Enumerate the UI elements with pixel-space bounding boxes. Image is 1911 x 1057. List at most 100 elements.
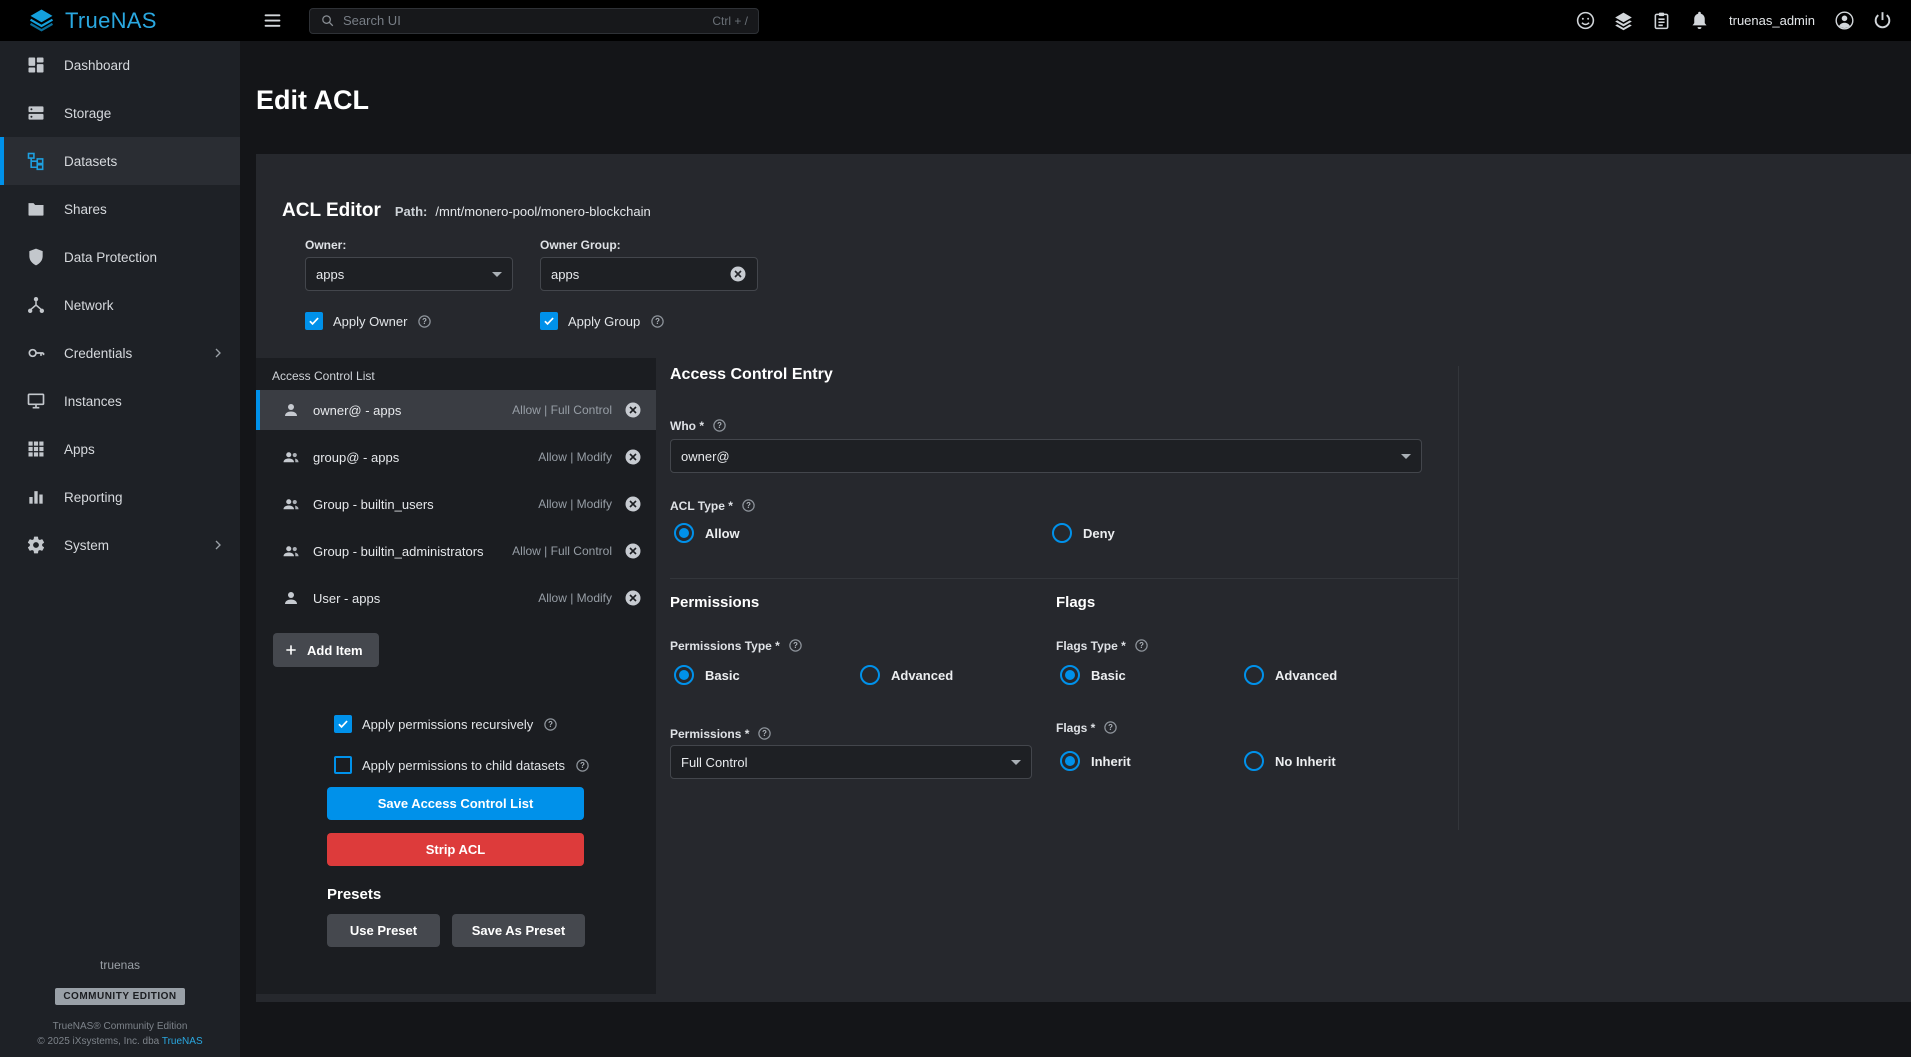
notifications-button[interactable] <box>1689 10 1710 31</box>
strip-acl-button[interactable]: Strip ACL <box>327 833 584 866</box>
folder-icon <box>26 199 46 219</box>
svg-text:?: ? <box>762 729 767 738</box>
delete-entry-icon[interactable] <box>624 495 642 513</box>
user-menu-button[interactable] <box>1834 10 1855 31</box>
radio-basic-label: Basic <box>1091 668 1126 683</box>
child-datasets-checkbox[interactable]: Apply permissions to child datasets ? <box>334 756 590 774</box>
clear-icon[interactable] <box>729 265 747 283</box>
owner-group-input[interactable]: apps <box>540 257 758 291</box>
path-label: Path: <box>395 204 428 219</box>
form-divider <box>1458 366 1459 830</box>
top-header: TrueNAS Ctrl + / truenas_admin <box>0 0 1911 41</box>
sidebar-item-reporting[interactable]: Reporting <box>0 473 240 521</box>
svg-text:?: ? <box>793 641 798 650</box>
group-icon <box>282 495 300 513</box>
help-icon[interactable]: ? <box>1134 638 1149 653</box>
sidebar-item-instances[interactable]: Instances <box>0 377 240 425</box>
apply-owner-checkbox[interactable]: Apply Owner ? <box>305 312 432 330</box>
help-icon[interactable]: ? <box>1103 720 1118 735</box>
radio-unselected-icon <box>1244 665 1264 685</box>
help-icon[interactable]: ? <box>712 418 727 433</box>
checklist-button[interactable] <box>1651 10 1672 31</box>
delete-entry-icon[interactable] <box>624 401 642 419</box>
jobs-button[interactable] <box>1613 10 1634 31</box>
save-acl-button[interactable]: Save Access Control List <box>327 787 584 820</box>
who-select[interactable]: owner@ <box>670 439 1422 473</box>
use-preset-button[interactable]: Use Preset <box>327 914 440 947</box>
menu-toggle-button[interactable] <box>262 10 283 31</box>
sidebar-item-shares[interactable]: Shares <box>0 185 240 233</box>
add-item-button[interactable]: Add Item <box>273 633 379 667</box>
apply-owner-label: Apply Owner <box>333 314 407 329</box>
acl-entry-row[interactable]: group@ - apps Allow | Modify <box>256 437 656 477</box>
recursive-checkbox[interactable]: Apply permissions recursively ? <box>334 715 558 733</box>
sidebar-item-data-protection[interactable]: Data Protection <box>0 233 240 281</box>
copyright-link[interactable]: TrueNAS <box>162 1036 203 1047</box>
clipboard-icon <box>1651 10 1672 31</box>
acl-type-field-label: ACL Type * ? <box>670 498 756 513</box>
help-icon[interactable]: ? <box>543 717 558 732</box>
sidebar-item-credentials[interactable]: Credentials <box>0 329 240 377</box>
user-icon <box>282 401 300 419</box>
help-icon[interactable]: ? <box>417 314 432 329</box>
apply-group-label: Apply Group <box>568 314 640 329</box>
search-input[interactable] <box>343 13 704 28</box>
sidebar-item-network[interactable]: Network <box>0 281 240 329</box>
acl-entry-row[interactable]: Group - builtin_administrators Allow | F… <box>256 531 656 571</box>
acl-entry-row[interactable]: User - apps Allow | Modify <box>256 578 656 618</box>
delete-entry-icon[interactable] <box>624 589 642 607</box>
owner-select[interactable]: apps <box>305 257 513 291</box>
radio-flags-no-inherit[interactable]: No Inherit <box>1244 751 1336 771</box>
acl-editor-card: ACL Editor Path: /mnt/monero-pool/monero… <box>256 154 1911 1002</box>
permissions-select[interactable]: Full Control <box>670 745 1032 779</box>
dashboard-icon <box>26 55 46 75</box>
radio-flags-basic[interactable]: Basic <box>1060 665 1126 685</box>
radio-deny[interactable]: Deny <box>1052 523 1115 543</box>
svg-text:?: ? <box>655 317 660 326</box>
sidebar-item-dashboard[interactable]: Dashboard <box>0 41 240 89</box>
delete-entry-icon[interactable] <box>624 448 642 466</box>
sidebar-item-apps[interactable]: Apps <box>0 425 240 473</box>
feedback-button[interactable] <box>1575 10 1596 31</box>
owner-label: Owner: <box>305 238 346 252</box>
main-content: Edit ACL ACL Editor Path: /mnt/monero-po… <box>240 41 1911 1057</box>
owner-value: apps <box>316 267 344 282</box>
acl-rows: owner@ - apps Allow | Full Control group… <box>256 390 656 625</box>
recursive-label: Apply permissions recursively <box>362 717 533 732</box>
brand[interactable]: TrueNAS <box>0 7 240 34</box>
search-icon <box>320 13 335 28</box>
truenas-app: TrueNAS Ctrl + / truenas_admin <box>0 0 1911 1057</box>
power-button[interactable] <box>1872 10 1893 31</box>
brand-name: TrueNAS <box>65 8 157 34</box>
permissions-type-label: Permissions Type * <box>670 639 780 653</box>
radio-flags-inherit[interactable]: Inherit <box>1060 751 1131 771</box>
help-icon[interactable]: ? <box>788 638 803 653</box>
acl-entry-row[interactable]: owner@ - apps Allow | Full Control <box>256 390 656 430</box>
search-bar[interactable]: Ctrl + / <box>309 8 759 34</box>
sidebar-item-datasets[interactable]: Datasets <box>0 137 240 185</box>
sidebar-item-storage[interactable]: Storage <box>0 89 240 137</box>
who-field-label: Who * ? <box>670 418 727 433</box>
radio-permissions-advanced[interactable]: Advanced <box>860 665 953 685</box>
acl-entry-who: User - apps <box>313 591 380 606</box>
sidebar-item-system[interactable]: System <box>0 521 240 569</box>
delete-entry-icon[interactable] <box>624 542 642 560</box>
acl-entry-permission: Allow | Full Control <box>512 403 612 417</box>
help-icon[interactable]: ? <box>741 498 756 513</box>
radio-flags-advanced[interactable]: Advanced <box>1244 665 1337 685</box>
radio-permissions-basic[interactable]: Basic <box>674 665 740 685</box>
chevron-down-icon <box>1401 454 1411 459</box>
help-icon[interactable]: ? <box>575 758 590 773</box>
acl-entry-who: owner@ - apps <box>313 403 401 418</box>
username-label: truenas_admin <box>1729 13 1815 28</box>
radio-allow[interactable]: Allow <box>674 523 740 543</box>
layers-icon <box>1613 10 1634 31</box>
save-as-preset-button[interactable]: Save As Preset <box>452 914 585 947</box>
monitor-icon <box>26 391 46 411</box>
acl-entry-row[interactable]: Group - builtin_users Allow | Modify <box>256 484 656 524</box>
apply-group-checkbox[interactable]: Apply Group ? <box>540 312 665 330</box>
sidebar-item-label: Network <box>64 298 114 313</box>
help-icon[interactable]: ? <box>757 726 772 741</box>
radio-unselected-icon <box>1052 523 1072 543</box>
help-icon[interactable]: ? <box>650 314 665 329</box>
